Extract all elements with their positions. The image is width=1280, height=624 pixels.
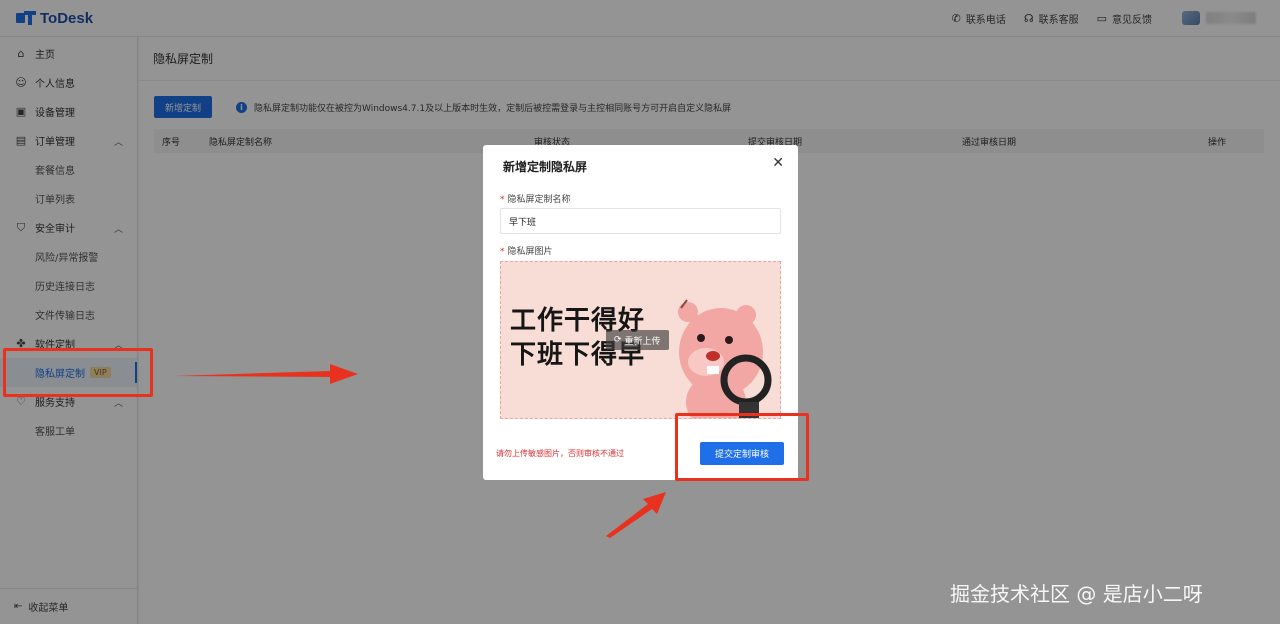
highlight-box-submit bbox=[675, 413, 809, 481]
highlight-box-sidebar bbox=[3, 348, 153, 397]
name-field-label: * 隐私屏定制名称 bbox=[500, 192, 571, 205]
image-field-label: * 隐私屏图片 bbox=[500, 244, 553, 257]
reupload-label: 重新上传 bbox=[624, 336, 661, 347]
privacy-name-input[interactable] bbox=[500, 208, 781, 234]
watermark: 掘金技术社区 @ 是店小二呀 bbox=[950, 582, 1203, 606]
required-mark: * bbox=[500, 247, 505, 257]
arrow-up-right-icon bbox=[606, 492, 666, 538]
reupload-button[interactable]: ⟳ 重新上传 bbox=[606, 330, 669, 350]
arrow-right-icon bbox=[174, 364, 358, 384]
name-field-label-text: 隐私屏定制名称 bbox=[507, 195, 571, 205]
required-mark: * bbox=[500, 195, 505, 205]
refresh-icon: ⟳ bbox=[614, 335, 622, 345]
warning-text: 请勿上传敏感图片，否则审核不通过 bbox=[496, 449, 624, 458]
image-field-label-text: 隐私屏图片 bbox=[507, 247, 553, 257]
privacy-image-preview[interactable]: 工作干得好 下班下得早 ⟳ 重新上传 bbox=[500, 261, 781, 419]
modal-title: 新增定制隐私屏 bbox=[503, 160, 588, 174]
close-icon[interactable]: ✕ bbox=[772, 155, 784, 171]
